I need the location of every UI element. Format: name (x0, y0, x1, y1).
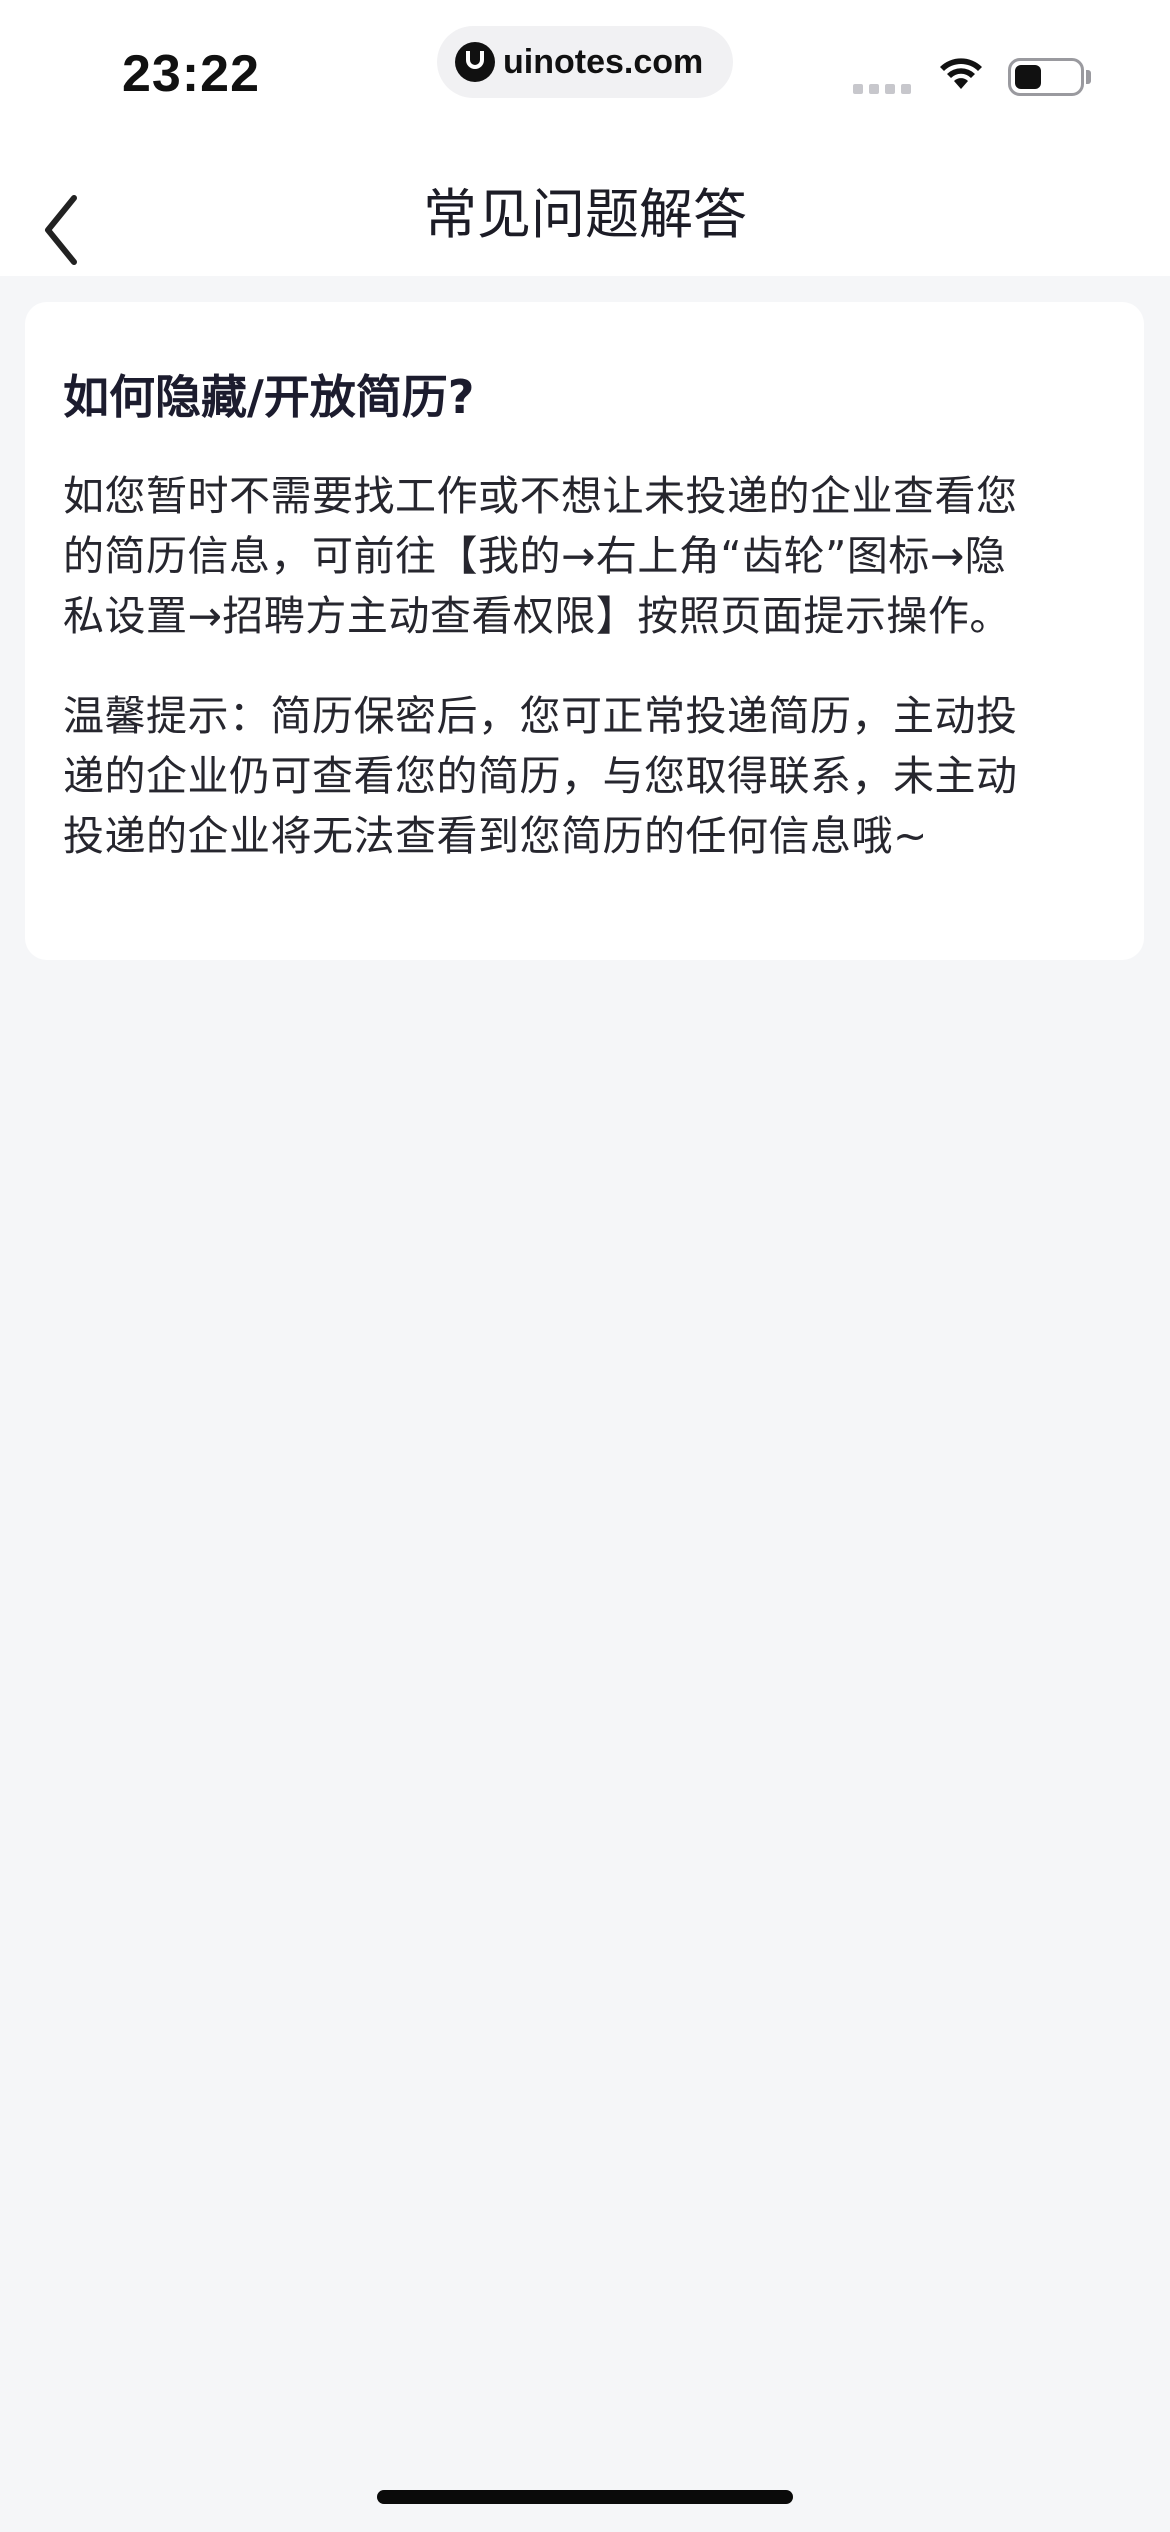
battery-icon (1008, 58, 1084, 96)
site-logo-icon (455, 42, 495, 82)
faq-question: 如何隐藏/开放简历? (63, 370, 475, 424)
faq-tip: 温馨提示：简历保密后，您可正常投递简历，主动投 递的企业仍可查看您的简历，与您取… (63, 692, 1018, 860)
url-pill[interactable]: uinotes.com (437, 26, 733, 98)
status-bar: 23:22 uinotes.com (0, 0, 1170, 140)
page-title: 常见问题解答 (423, 183, 747, 246)
status-time: 23:22 (122, 45, 260, 103)
signal-icon (853, 84, 911, 94)
home-indicator[interactable] (377, 2490, 793, 2504)
faq-card: 如何隐藏/开放简历? 如您暂时不需要找工作或不想让未投递的企业查看您 的简历信息… (25, 302, 1144, 960)
url-text: uinotes.com (503, 42, 704, 81)
battery-cap (1086, 70, 1091, 84)
wifi-icon (940, 58, 982, 89)
faq-answer: 如您暂时不需要找工作或不想让未投递的企业查看您 的简历信息，可前往【我的→右上角… (63, 472, 1018, 640)
nav-bar: 常见问题解答 (0, 140, 1170, 276)
